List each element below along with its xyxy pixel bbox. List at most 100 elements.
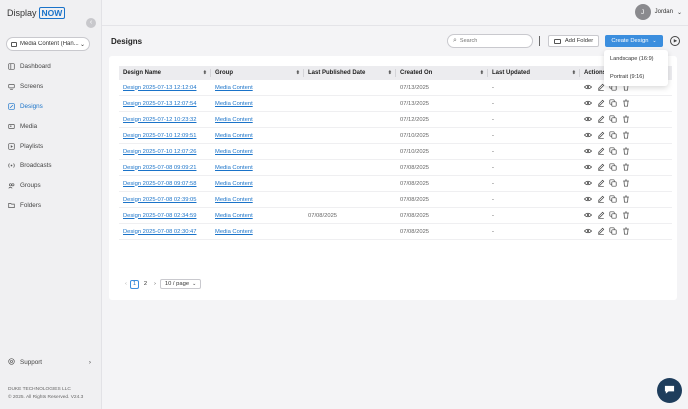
sidebar-item-folders[interactable]: Folders bbox=[0, 196, 101, 216]
delete-icon[interactable] bbox=[622, 131, 630, 141]
duplicate-icon[interactable] bbox=[609, 194, 617, 205]
column-header-last-updated[interactable]: Last Updated ⬍ bbox=[488, 66, 580, 80]
edit-icon[interactable] bbox=[597, 179, 605, 189]
support-link[interactable]: Support › bbox=[0, 355, 101, 369]
edit-icon[interactable] bbox=[597, 211, 605, 221]
avatar: J bbox=[634, 4, 651, 20]
group-link[interactable]: Media Content bbox=[215, 181, 253, 187]
preview-icon[interactable] bbox=[583, 179, 593, 189]
edit-icon[interactable] bbox=[597, 131, 605, 141]
sidebar-item-dashboard[interactable]: Dashboard bbox=[0, 57, 101, 77]
column-header-design-name[interactable]: Design Name ⬍ bbox=[119, 66, 211, 80]
group-link[interactable]: Media Content bbox=[215, 229, 253, 235]
row-actions bbox=[580, 98, 672, 109]
delete-icon[interactable] bbox=[622, 163, 630, 173]
duplicate-icon[interactable] bbox=[609, 114, 617, 125]
app-logo[interactable]: Display NOW bbox=[7, 6, 66, 20]
edit-icon[interactable] bbox=[597, 163, 605, 173]
play-icon[interactable]: ▶ bbox=[670, 36, 680, 46]
delete-icon[interactable] bbox=[622, 179, 630, 189]
create-design-button[interactable]: Create Design ⌄ bbox=[605, 35, 663, 47]
group-link[interactable]: Media Content bbox=[215, 213, 253, 219]
sort-icon[interactable]: ⬍ bbox=[203, 70, 207, 76]
duplicate-icon[interactable] bbox=[609, 146, 617, 157]
menu-item-landscape[interactable]: Landscape (16:9) bbox=[604, 50, 668, 68]
design-name-link[interactable]: Design 2025-07-08 09:09:21 bbox=[123, 165, 196, 171]
created-on-cell: 07/08/2025 bbox=[400, 164, 430, 171]
sort-icon[interactable]: ⬍ bbox=[480, 70, 484, 76]
design-name-link[interactable]: Design 2025-07-08 02:39:05 bbox=[123, 197, 196, 203]
page-1-button[interactable]: 1 bbox=[129, 279, 139, 289]
group-link[interactable]: Media Content bbox=[215, 133, 253, 139]
sidebar-item-screens[interactable]: Screens bbox=[0, 77, 101, 97]
page-2-button[interactable]: 2 bbox=[141, 280, 150, 289]
prev-page-icon[interactable]: ‹ bbox=[125, 281, 127, 287]
group-link[interactable]: Media Content bbox=[215, 117, 253, 123]
sidebar-item-playlists[interactable]: Playlists bbox=[0, 136, 101, 156]
duplicate-icon[interactable] bbox=[609, 210, 617, 221]
duplicate-icon[interactable] bbox=[609, 178, 617, 189]
preview-icon[interactable] bbox=[583, 195, 593, 205]
delete-icon[interactable] bbox=[622, 227, 630, 237]
preview-icon[interactable] bbox=[583, 147, 593, 157]
edit-icon[interactable] bbox=[597, 115, 605, 125]
design-name-link[interactable]: Design 2025-07-08 02:34:59 bbox=[123, 213, 196, 219]
table-row: Design 2025-07-10 12:07:26 Media Content 0… bbox=[119, 144, 672, 160]
column-header-last-published[interactable]: Last Published Date ⬍ bbox=[304, 66, 396, 80]
preview-icon[interactable] bbox=[583, 99, 593, 109]
group-link[interactable]: Media Content bbox=[215, 165, 253, 171]
sidebar-item-groups[interactable]: Groups bbox=[0, 176, 101, 196]
duplicate-icon[interactable] bbox=[609, 226, 617, 237]
add-folder-button[interactable]: Add Folder bbox=[548, 35, 599, 47]
group-link[interactable]: Media Content bbox=[215, 101, 253, 107]
user-menu[interactable]: J Jordan ⌄ bbox=[634, 4, 682, 20]
preview-icon[interactable] bbox=[583, 131, 593, 141]
column-header-group[interactable]: Group ⬍ bbox=[211, 66, 304, 80]
design-name-link[interactable]: Design 2025-07-13 12:07:54 bbox=[123, 101, 196, 107]
preview-icon[interactable] bbox=[583, 227, 593, 237]
delete-icon[interactable] bbox=[622, 115, 630, 125]
page-size-select[interactable]: 10 / page ⌄ bbox=[159, 279, 202, 289]
sidebar-item-designs[interactable]: Designs bbox=[0, 97, 101, 117]
group-link[interactable]: Media Content bbox=[215, 149, 253, 155]
duplicate-icon[interactable] bbox=[609, 162, 617, 173]
design-name-link[interactable]: Design 2025-07-12 10:23:32 bbox=[123, 117, 196, 123]
delete-icon[interactable] bbox=[622, 195, 630, 205]
menu-item-portrait[interactable]: Portrait (9:16) bbox=[604, 68, 668, 86]
sort-icon[interactable]: ⬍ bbox=[388, 70, 392, 76]
design-name-link[interactable]: Design 2025-07-10 12:07:26 bbox=[123, 149, 196, 155]
workspace-select[interactable]: Media Content (Han... ⌄ bbox=[6, 37, 90, 51]
edit-icon[interactable] bbox=[597, 227, 605, 237]
preview-icon[interactable] bbox=[583, 163, 593, 173]
search-box[interactable]: ⌕ bbox=[447, 34, 533, 48]
collapse-sidebar-button[interactable]: ‹ bbox=[86, 18, 96, 28]
edit-icon[interactable] bbox=[597, 195, 605, 205]
column-header-label: Last Published Date bbox=[308, 70, 366, 76]
delete-icon[interactable] bbox=[622, 147, 630, 157]
design-name-link[interactable]: Design 2025-07-13 12:12:04 bbox=[123, 85, 196, 91]
column-header-created-on[interactable]: Created On ⬍ bbox=[396, 66, 488, 80]
preview-icon[interactable] bbox=[583, 115, 593, 125]
chat-button[interactable] bbox=[657, 378, 682, 403]
design-name-link[interactable]: Design 2025-07-08 02:30:47 bbox=[123, 229, 196, 235]
delete-icon[interactable] bbox=[622, 211, 630, 221]
search-input[interactable] bbox=[459, 38, 528, 44]
edit-icon[interactable] bbox=[597, 99, 605, 109]
preview-icon[interactable] bbox=[583, 211, 593, 221]
edit-icon[interactable] bbox=[597, 147, 605, 157]
main-content: Designs ⌕ Add Folder Create Design ⌄ ▶ L… bbox=[102, 26, 688, 409]
design-name-link[interactable]: Design 2025-07-08 09:07:58 bbox=[123, 181, 196, 187]
duplicate-icon[interactable] bbox=[609, 130, 617, 141]
sort-icon[interactable]: ⬍ bbox=[572, 70, 576, 76]
duplicate-icon[interactable] bbox=[609, 98, 617, 109]
sort-icon[interactable]: ⬍ bbox=[296, 70, 300, 76]
sidebar-item-media[interactable]: Media bbox=[0, 116, 101, 136]
design-name-link[interactable]: Design 2025-07-10 12:09:51 bbox=[123, 133, 196, 139]
delete-icon[interactable] bbox=[622, 99, 630, 109]
preview-icon[interactable] bbox=[583, 83, 593, 93]
next-page-icon[interactable]: › bbox=[154, 281, 156, 287]
page-size-label: 10 / page bbox=[164, 281, 190, 287]
group-link[interactable]: Media Content bbox=[215, 85, 253, 91]
group-link[interactable]: Media Content bbox=[215, 197, 253, 203]
sidebar-item-broadcasts[interactable]: Broadcasts bbox=[0, 156, 101, 176]
